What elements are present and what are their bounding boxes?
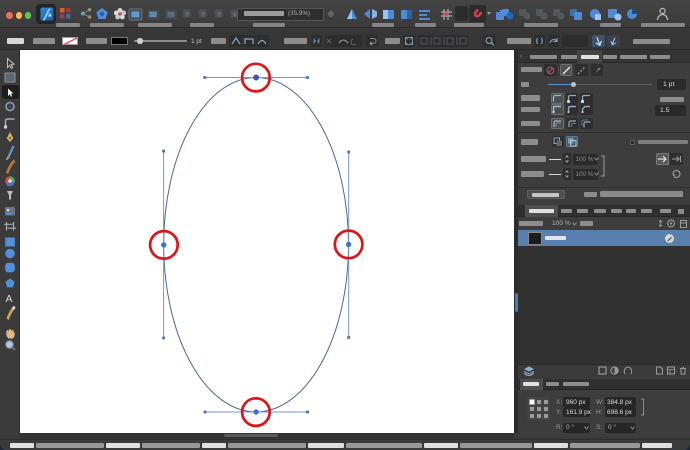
svg-text:A: A	[6, 293, 13, 305]
